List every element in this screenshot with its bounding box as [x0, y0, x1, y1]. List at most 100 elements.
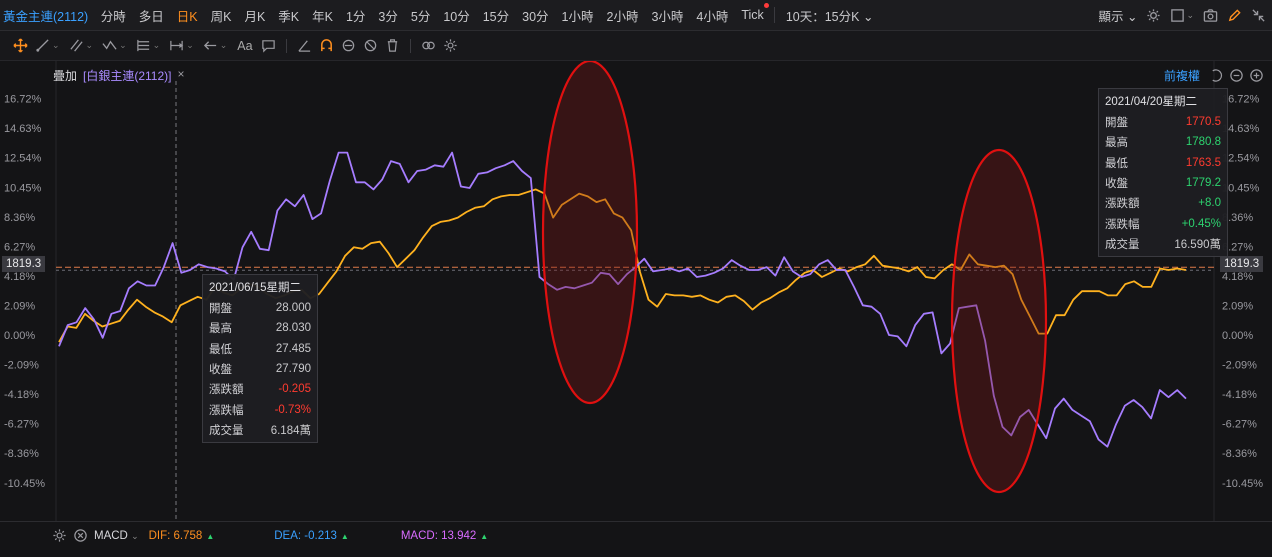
- info-row: 收盤 1779.2: [1105, 173, 1221, 193]
- chevron-down-icon[interactable]: ⌄: [220, 40, 228, 51]
- macd-dea: DEA: -0.213 ▲: [274, 529, 349, 542]
- chevron-down-icon[interactable]: ⌄: [186, 40, 194, 51]
- range-tool-icon[interactable]: [169, 38, 184, 53]
- chart-svg[interactable]: 16.72% 16.72%14.63% 14.63%12.54% 12.54%10.4…: [0, 59, 1272, 521]
- adjust-mode-button[interactable]: 前複權: [1164, 67, 1200, 84]
- period-tab[interactable]: 15分: [476, 6, 515, 25]
- period-tab[interactable]: 周K: [204, 6, 238, 25]
- period-tabs: 分時 多日 日K 周K 月K 季K 年K 1分 3分 5分 10分 15分 30分 1小時 2小時 3小時 4小…: [94, 3, 770, 25]
- info-label: 最低: [209, 343, 232, 356]
- settings-icon[interactable]: [1146, 8, 1161, 23]
- text-tool-icon[interactable]: Aa: [237, 39, 252, 53]
- y-tick-label-right: 2.09%: [1222, 300, 1253, 312]
- info-row: 成交量 6.184萬: [209, 420, 311, 440]
- y-tick-label-right: 4.18%: [1222, 271, 1253, 283]
- info-label: 漲跌幅: [1105, 218, 1140, 231]
- info-value: 28.030: [275, 322, 311, 335]
- period-tab[interactable]: 1小時: [555, 6, 600, 25]
- info-label: 最高: [209, 323, 232, 336]
- info-row: 最低 1763.5: [1105, 153, 1221, 173]
- angle-tool-icon[interactable]: [297, 38, 312, 53]
- wave-tool-icon[interactable]: [102, 38, 117, 53]
- separator: [285, 38, 287, 53]
- price-tag-left: 1819.3: [2, 256, 46, 272]
- lock-drawing-icon[interactable]: [341, 38, 356, 53]
- channel-tool-icon[interactable]: [69, 38, 84, 53]
- highlight-ellipse-1: [541, 59, 639, 405]
- comment-icon[interactable]: [261, 38, 276, 53]
- info-label: 開盤: [209, 303, 232, 316]
- drawing-toolbar: ⌄ ⌄ ⌄ ⌄ ⌄ ⌄ Aa: [0, 31, 1272, 61]
- chevron-down-icon[interactable]: ⌄: [119, 40, 127, 51]
- info-row: 最高 28.030: [209, 318, 311, 338]
- period-tab[interactable]: 年K: [306, 6, 340, 25]
- overlay-symbol[interactable]: [白銀主連(2112)]: [83, 67, 171, 84]
- info-value: 1770.5: [1185, 116, 1221, 129]
- chevron-down-icon[interactable]: ⌄: [86, 40, 94, 51]
- y-tick-label-right: -4.18%: [1222, 389, 1257, 401]
- y-tick-label-left: 14.63%: [4, 123, 42, 135]
- period-tab[interactable]: 季K: [272, 6, 306, 25]
- macd-value: MACD: 13.942 ▲: [400, 529, 489, 542]
- info-value: 27.485: [275, 342, 311, 355]
- period-tab[interactable]: 4小時: [690, 6, 735, 25]
- period-tab[interactable]: 30分: [516, 6, 555, 25]
- trash-icon[interactable]: [385, 38, 400, 53]
- chevron-down-icon[interactable]: ⌄: [52, 40, 60, 51]
- info-row: 漲跌幅 +0.45%: [1105, 213, 1221, 233]
- period-tab[interactable]: 多日: [132, 6, 170, 25]
- separator: [409, 38, 411, 53]
- info-row: 收盤 27.790: [209, 359, 311, 379]
- fibonacci-tool-icon[interactable]: [136, 38, 151, 53]
- period-tab[interactable]: 5分: [404, 6, 436, 25]
- crosshair-info-gold: 2021/04/20星期二 開盤 1770.5 最高 1780.8 最低 1763.5 收盤…: [1098, 88, 1228, 258]
- zoom-out-icon[interactable]: [1229, 68, 1244, 83]
- close-icon[interactable]: [73, 528, 88, 543]
- multi-day-selector[interactable]: 10天：15分K ⌄: [779, 6, 880, 25]
- info-row: 漲跌額 -0.205: [209, 379, 311, 399]
- hide-drawing-icon[interactable]: [363, 38, 378, 53]
- info-value: +8.0: [1198, 197, 1221, 210]
- period-tab[interactable]: 3分: [372, 6, 404, 25]
- pencil-icon[interactable]: [1227, 8, 1242, 23]
- zoom-in-icon[interactable]: [1249, 68, 1264, 83]
- magnet-icon[interactable]: [319, 38, 334, 53]
- display-menu[interactable]: 顯示 ⌄: [1098, 6, 1137, 25]
- arrow-tool-icon[interactable]: [203, 38, 218, 53]
- symbol-selector[interactable]: 黃金主連(2112): [0, 6, 94, 25]
- move-icon[interactable]: [13, 38, 28, 53]
- collapse-icon[interactable]: [1251, 8, 1266, 23]
- period-tab[interactable]: 10分: [437, 6, 476, 25]
- gear-icon[interactable]: [443, 38, 458, 53]
- line-tool-icon[interactable]: [35, 38, 50, 53]
- info-row: 漲跌額 +8.0: [1105, 193, 1221, 213]
- up-arrow-icon: ▲: [206, 531, 215, 541]
- link-icon[interactable]: [421, 38, 436, 53]
- period-tab[interactable]: 日K: [170, 6, 204, 25]
- layout-square-icon[interactable]: [1170, 8, 1185, 23]
- chevron-down-icon[interactable]: ⌄: [1186, 10, 1194, 21]
- macd-dif: DIF: 6.758 ▲: [148, 529, 215, 542]
- price-chart[interactable]: 16.72% 16.72% 14.63% 14.63% 12.54% 12.54% 10.4…: [0, 59, 1272, 521]
- info-label: 收盤: [1105, 178, 1128, 191]
- overlay-label: 疊加: [53, 69, 78, 83]
- gear-icon[interactable]: [52, 528, 67, 543]
- period-tab[interactable]: 2小時: [600, 6, 645, 25]
- y-tick-label-left: -6.27%: [4, 419, 39, 431]
- info-row: 開盤 28.000: [209, 298, 311, 318]
- chevron-down-icon[interactable]: ⌄: [153, 40, 161, 51]
- period-tab[interactable]: 3小時: [645, 6, 690, 25]
- y-tick-label-right: 0.00%: [1222, 330, 1253, 342]
- camera-icon[interactable]: [1203, 8, 1218, 23]
- info-label: 漲跌額: [209, 384, 244, 397]
- close-overlay-button[interactable]: ×: [177, 67, 184, 84]
- period-tab[interactable]: 分時: [94, 6, 132, 25]
- y-tick-label-left: -2.09%: [4, 360, 39, 372]
- separator: [774, 7, 776, 23]
- period-tab[interactable]: 月K: [238, 6, 272, 25]
- undo-icon[interactable]: [1209, 68, 1224, 83]
- period-tab[interactable]: Tick: [735, 3, 770, 22]
- period-tab[interactable]: 1分: [339, 6, 371, 25]
- indicator-name[interactable]: MACD ⌄: [94, 530, 139, 542]
- up-arrow-icon: ▲: [340, 531, 349, 541]
